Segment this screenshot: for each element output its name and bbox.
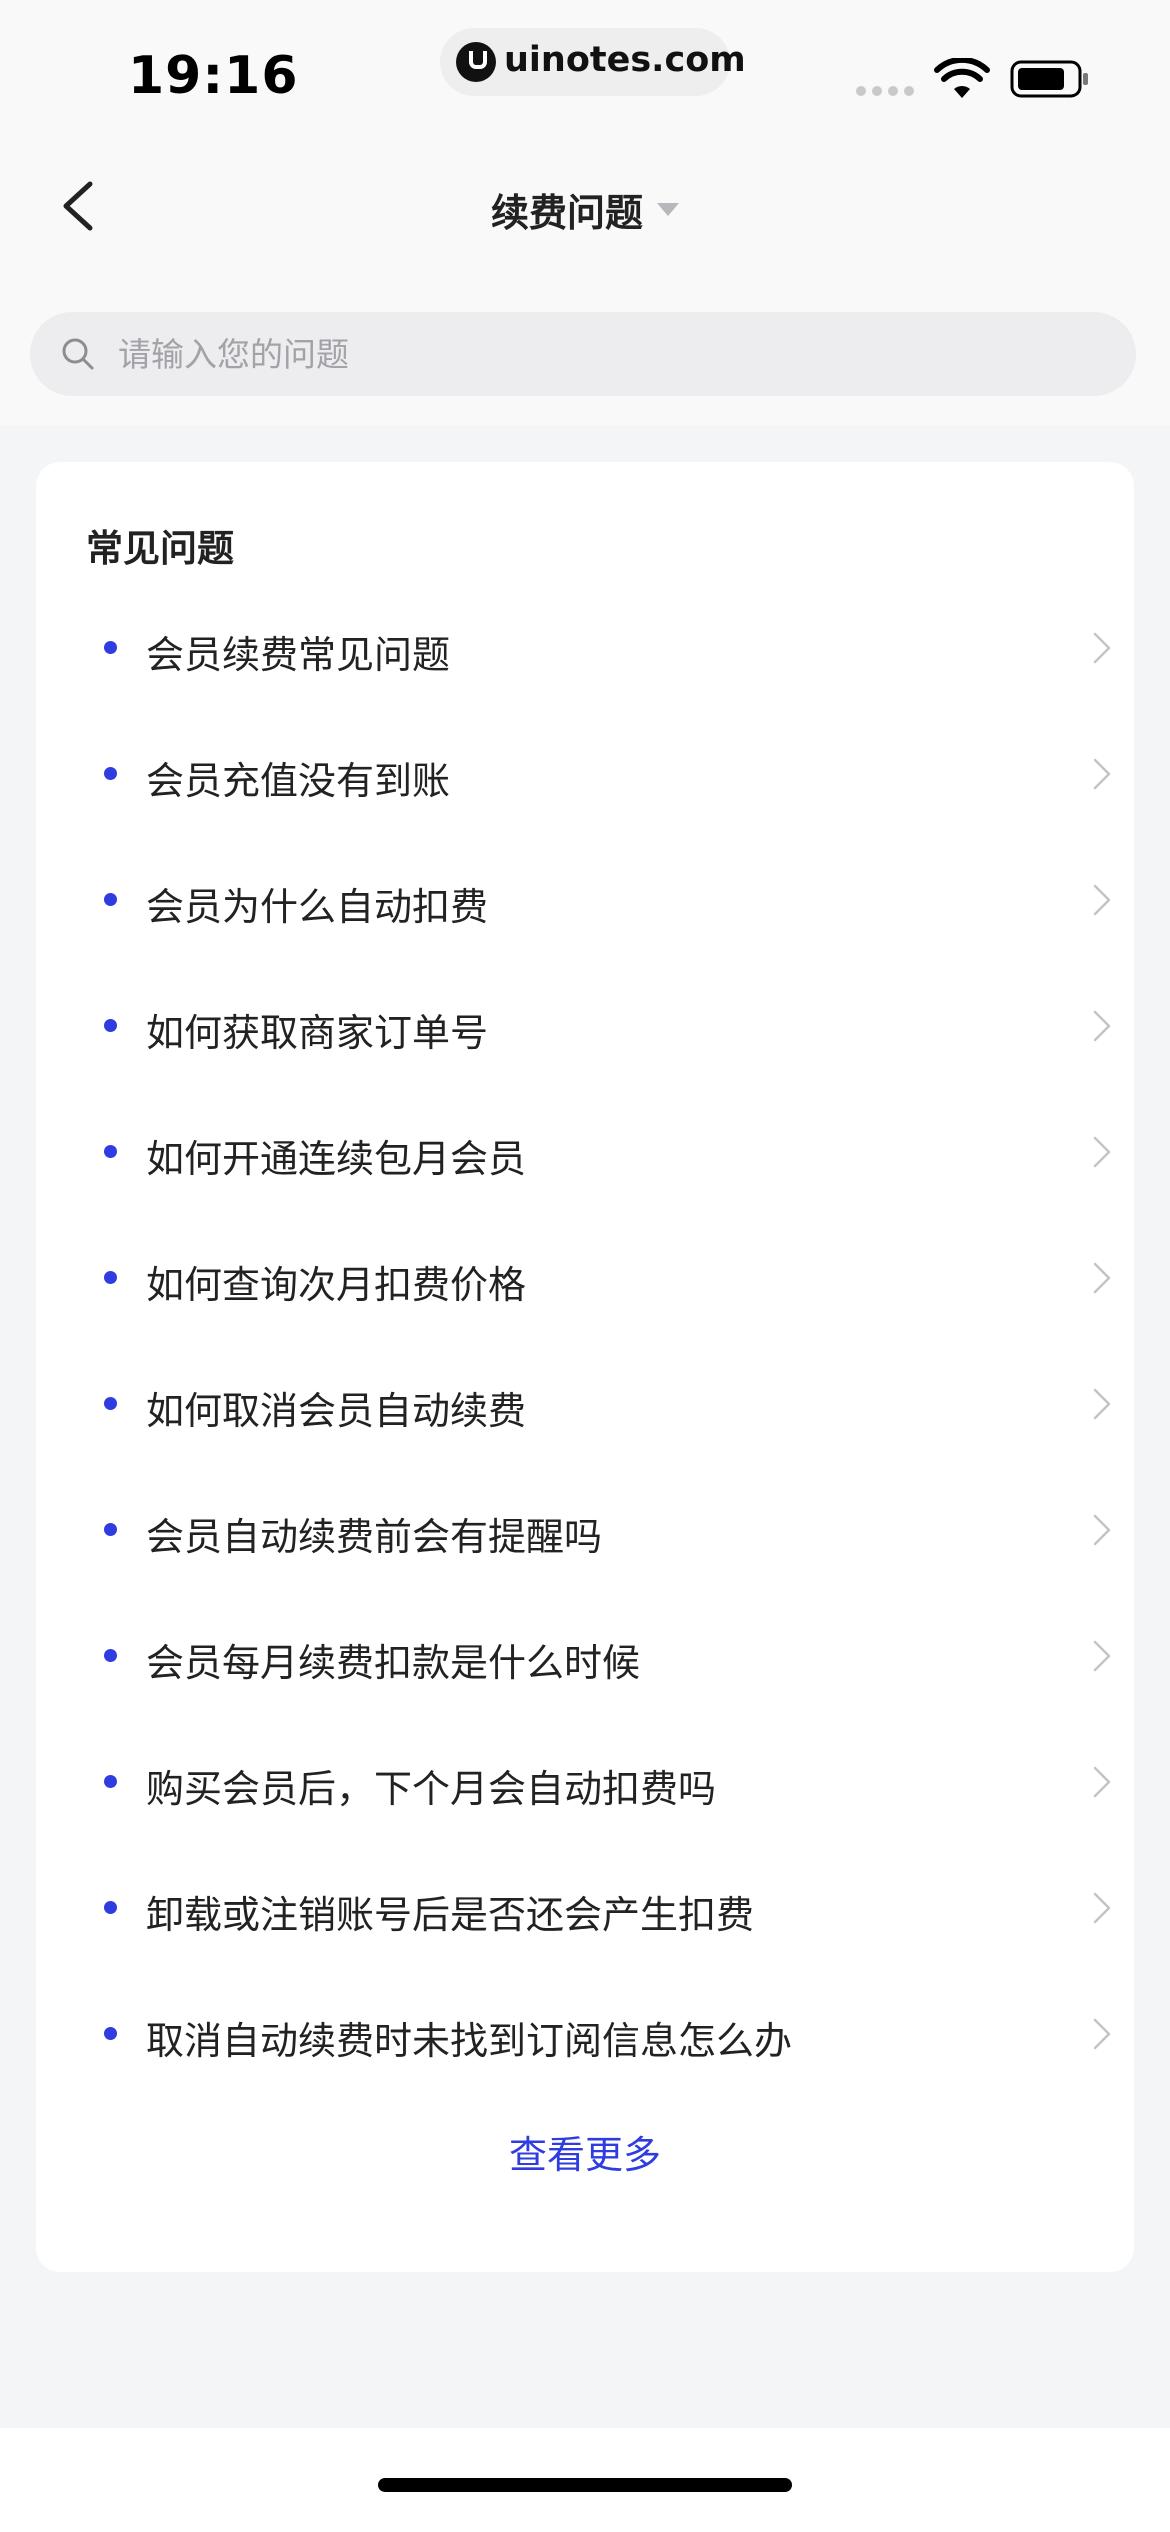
bullet-icon — [104, 1649, 117, 1662]
url-text: uinotes.com — [504, 40, 746, 80]
chevron-right-icon — [1093, 1010, 1111, 1042]
faq-item[interactable]: 购买会员后，下个月会自动扣费吗 — [36, 1718, 1134, 1844]
chevron-right-icon — [1093, 1766, 1111, 1798]
faq-item[interactable]: 取消自动续费时未找到订阅信息怎么办 — [36, 1970, 1134, 2096]
url-pill: uinotes.com — [440, 28, 746, 96]
faq-item[interactable]: 会员自动续费前会有提醒吗 — [36, 1466, 1134, 1592]
faq-item[interactable]: 会员充值没有到账 — [36, 710, 1134, 836]
faq-item-label: 会员续费常见问题 — [146, 633, 451, 677]
faq-item-label: 如何开通连续包月会员 — [146, 1137, 527, 1181]
faq-item-label: 会员为什么自动扣费 — [146, 885, 489, 929]
faq-item-label: 如何获取商家订单号 — [146, 1011, 489, 1055]
faq-item[interactable]: 会员每月续费扣款是什么时候 — [36, 1592, 1134, 1718]
site-logo-icon — [456, 42, 496, 82]
nav-title-dropdown[interactable]: 续费问题 — [0, 182, 1170, 237]
faq-card: 常见问题 会员续费常见问题 会员充值没有到账 会员为什么自动扣费 如何获取商家订… — [36, 462, 1134, 2272]
faq-item-label: 卸载或注销账号后是否还会产生扣费 — [146, 1893, 755, 1937]
faq-item-label: 购买会员后，下个月会自动扣费吗 — [146, 1767, 717, 1811]
status-time: 19:16 — [128, 46, 299, 106]
bullet-icon — [104, 767, 117, 780]
bullet-icon — [104, 1523, 117, 1536]
chevron-right-icon — [1093, 884, 1111, 916]
bullet-icon — [104, 893, 117, 906]
chevron-right-icon — [1093, 1136, 1111, 1168]
page-title: 续费问题 — [490, 191, 643, 235]
faq-item-label: 如何取消会员自动续费 — [146, 1389, 527, 1433]
bullet-icon — [104, 1901, 117, 1914]
search-bar[interactable] — [30, 312, 1136, 396]
battery-icon — [1010, 60, 1088, 98]
faq-item[interactable]: 卸载或注销账号后是否还会产生扣费 — [36, 1844, 1134, 1970]
faq-item[interactable]: 如何取消会员自动续费 — [36, 1340, 1134, 1466]
search-icon — [62, 338, 94, 370]
faq-item[interactable]: 如何获取商家订单号 — [36, 962, 1134, 1088]
faq-item[interactable]: 如何查询次月扣费价格 — [36, 1214, 1134, 1340]
search-input[interactable] — [118, 328, 1098, 380]
home-indicator[interactable] — [378, 2478, 792, 2492]
chevron-right-icon — [1093, 632, 1111, 664]
faq-item-label: 会员每月续费扣款是什么时候 — [146, 1641, 641, 1685]
faq-item[interactable]: 会员为什么自动扣费 — [36, 836, 1134, 962]
wifi-icon — [934, 58, 990, 98]
chevron-right-icon — [1093, 1262, 1111, 1294]
faq-item-label: 会员充值没有到账 — [146, 759, 451, 803]
caret-down-icon — [657, 203, 679, 216]
bullet-icon — [104, 1019, 117, 1032]
chevron-right-icon — [1093, 1892, 1111, 1924]
faq-item-label: 会员自动续费前会有提醒吗 — [146, 1515, 603, 1559]
faq-item[interactable]: 如何开通连续包月会员 — [36, 1088, 1134, 1214]
see-more-link[interactable]: 查看更多 — [36, 2124, 1134, 2179]
bullet-icon — [104, 1775, 117, 1788]
header-area: 19:16 uinotes.com 续费问题 — [0, 0, 1170, 425]
bullet-icon — [104, 1271, 117, 1284]
bullet-icon — [104, 1397, 117, 1410]
bottom-bar — [0, 2428, 1170, 2532]
faq-item-label: 取消自动续费时未找到订阅信息怎么办 — [146, 2019, 793, 2063]
faq-item[interactable]: 会员续费常见问题 — [36, 584, 1134, 710]
chevron-right-icon — [1093, 1514, 1111, 1546]
faq-list: 会员续费常见问题 会员充值没有到账 会员为什么自动扣费 如何获取商家订单号 如何… — [36, 584, 1134, 2096]
bullet-icon — [104, 1145, 117, 1158]
faq-section-title: 常见问题 — [86, 527, 234, 570]
chevron-right-icon — [1093, 2018, 1111, 2050]
chevron-right-icon — [1093, 1640, 1111, 1672]
bullet-icon — [104, 641, 117, 654]
chevron-right-icon — [1093, 1388, 1111, 1420]
bullet-icon — [104, 2027, 117, 2040]
signal-icon — [856, 86, 914, 96]
chevron-right-icon — [1093, 758, 1111, 790]
faq-item-label: 如何查询次月扣费价格 — [146, 1263, 527, 1307]
